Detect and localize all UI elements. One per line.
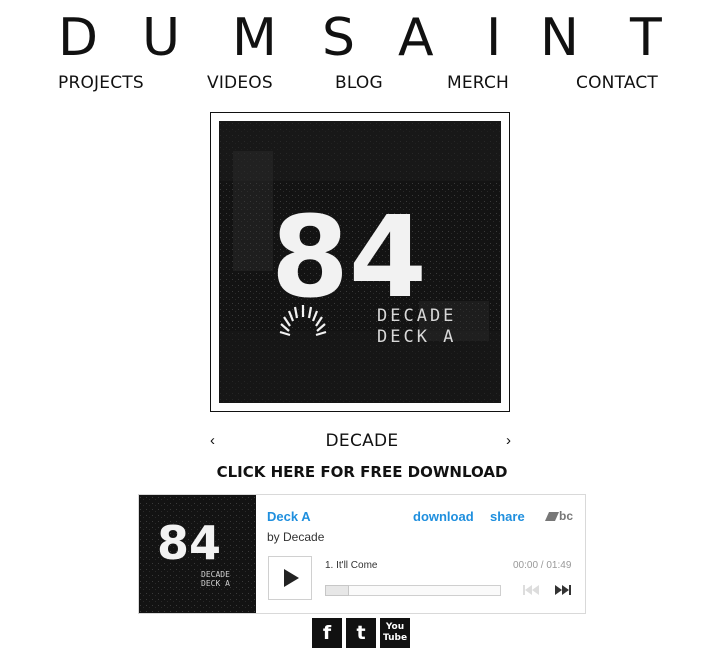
track-time: 00:00 / 01:49 — [513, 560, 572, 571]
cover-text-line2: DECK A — [377, 327, 456, 347]
nav-videos[interactable]: VIDEOS — [207, 72, 273, 94]
slider-next-icon[interactable]: › — [506, 432, 511, 450]
nav-merch[interactable]: MERCH — [447, 72, 509, 94]
thumb-text-line2: DECK A — [201, 579, 230, 588]
slider-title: DECADE — [325, 431, 399, 451]
player-album-title[interactable]: Deck A — [267, 509, 311, 524]
brand-letter: U — [142, 8, 181, 68]
cover-numerals: 84 — [271, 193, 427, 323]
nav-projects[interactable]: PROJECTS — [58, 72, 144, 94]
play-icon — [284, 569, 299, 587]
previous-track-icon[interactable] — [523, 585, 539, 598]
progress-bar[interactable] — [325, 585, 501, 596]
brand-letter: D — [58, 8, 99, 68]
thumb-numerals: 84 — [157, 516, 221, 570]
facebook-icon[interactable]: f — [312, 618, 342, 648]
album-cover-image: 84 DECADE DECK A — [219, 121, 501, 403]
play-button[interactable] — [268, 556, 312, 600]
bandcamp-logo-icon[interactable]: bc — [545, 509, 573, 523]
brand-letter: I — [486, 8, 502, 68]
player-share-link[interactable]: share — [490, 509, 525, 524]
youtube-icon[interactable]: You Tube — [380, 618, 410, 648]
brand-letter: S — [322, 8, 356, 68]
album-slider: ‹ DECADE › — [200, 430, 524, 452]
social-links: f t You Tube — [312, 618, 412, 648]
thumb-text-line1: DECADE — [201, 570, 230, 579]
bandcamp-logo-text: bc — [559, 509, 574, 523]
player-album-art[interactable]: 84 DECADE DECK A — [139, 495, 256, 613]
nav-contact[interactable]: CONTACT — [576, 72, 658, 94]
track-title[interactable]: 1. It'll Come — [325, 560, 377, 571]
brand-letter: A — [398, 8, 434, 68]
brand-letter: M — [232, 8, 277, 68]
progress-knob[interactable] — [325, 585, 349, 596]
twitter-icon[interactable]: t — [346, 618, 376, 648]
bandcamp-player: 84 DECADE DECK A Deck A by Decade downlo… — [138, 494, 586, 614]
player-artist[interactable]: by Decade — [267, 530, 324, 544]
brand-letter: N — [540, 8, 579, 68]
nav-blog[interactable]: BLOG — [335, 72, 383, 94]
youtube-label: You Tube — [382, 622, 408, 643]
free-download-link[interactable]: CLICK HERE FOR FREE DOWNLOAD — [0, 462, 724, 482]
cover-text-line1: DECADE — [377, 306, 456, 326]
main-nav: PROJECTS VIDEOS BLOG MERCH CONTACT — [0, 72, 724, 96]
album-cover-frame[interactable]: 84 DECADE DECK A — [210, 112, 510, 412]
site-title[interactable]: D U M S A I N T — [0, 10, 724, 66]
next-track-icon[interactable] — [555, 585, 571, 598]
player-download-link[interactable]: download — [413, 509, 474, 524]
brand-letter: T — [630, 8, 662, 68]
